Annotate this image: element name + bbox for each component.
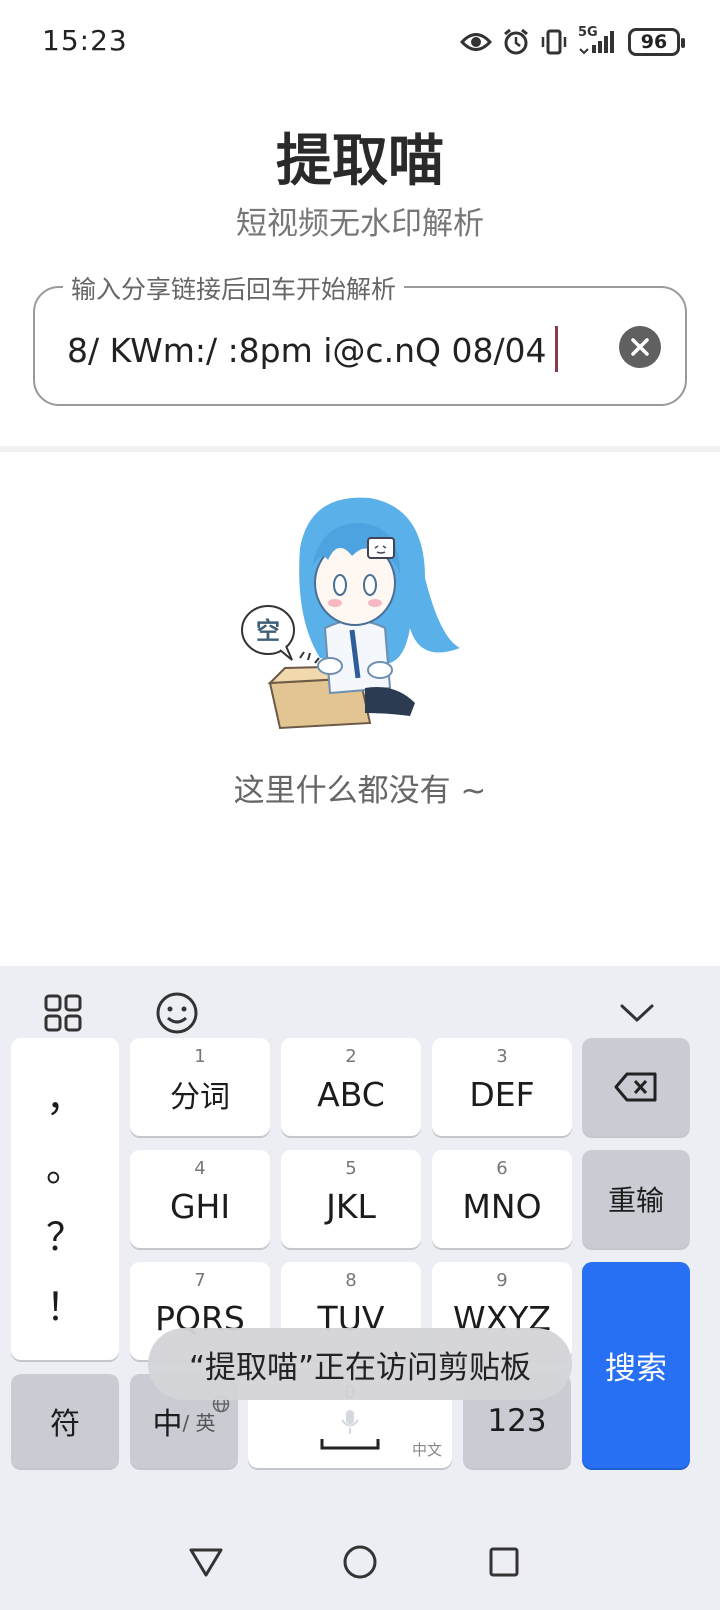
lang-main-label: 中 xyxy=(152,1407,183,1442)
key-3[interactable]: 3 DEF xyxy=(432,1038,572,1136)
key-number: 4 xyxy=(194,1158,206,1179)
input-value[interactable]: 8/ KWm:/ :8pm i@c.nQ 08/04 xyxy=(67,326,558,372)
vibrate-icon xyxy=(540,28,568,56)
key-number: 6 xyxy=(496,1158,508,1179)
emoji-icon[interactable] xyxy=(152,988,202,1038)
backspace-icon xyxy=(614,1072,657,1102)
close-icon xyxy=(631,338,649,356)
reinput-button[interactable]: 重输 xyxy=(582,1150,690,1248)
system-nav-bar xyxy=(0,1520,720,1610)
grid-icon[interactable] xyxy=(38,988,88,1038)
clear-input-button[interactable] xyxy=(619,326,661,368)
status-icons: 5G 96 xyxy=(460,24,685,60)
alarm-icon xyxy=(502,28,530,56)
key-number: 7 xyxy=(194,1270,206,1291)
home-icon[interactable] xyxy=(336,1538,384,1586)
microphone-icon xyxy=(341,1410,359,1434)
key-number: 9 xyxy=(496,1270,508,1291)
punct-exclaim[interactable]: ！ xyxy=(46,1276,84,1331)
key-label: 分词 xyxy=(170,1080,230,1115)
symbols-label: 符 xyxy=(50,1407,80,1442)
app-subtitle: 短视频无水印解析 xyxy=(236,206,484,242)
bubble-text: 空 xyxy=(256,617,280,645)
key-label: JKL xyxy=(326,1186,376,1226)
key-number: 5 xyxy=(345,1158,357,1179)
empty-state-illustration: 空 xyxy=(240,488,480,738)
key-number: 1 xyxy=(194,1046,206,1067)
key-4[interactable]: 4 GHI xyxy=(130,1150,270,1248)
key-label: MNO xyxy=(462,1186,542,1226)
empty-state-message: 这里什么都没有 ~ xyxy=(233,773,487,809)
key-2[interactable]: 2 ABC xyxy=(281,1038,421,1136)
backspace-button[interactable] xyxy=(582,1038,690,1136)
eye-icon xyxy=(460,31,492,53)
back-icon[interactable] xyxy=(182,1538,230,1586)
symbols-button[interactable]: 符 xyxy=(11,1374,119,1468)
ime-keyboard: ， 。 ？ ！ 1 分词 2 ABC 3 DEF 4 GHI 5 JKL 6 M… xyxy=(0,966,720,1610)
key-number: 3 xyxy=(496,1046,508,1067)
key-label: GHI xyxy=(169,1186,231,1226)
space-bar-icon xyxy=(320,1439,380,1450)
clipboard-toast: “提取喵”正在访问剪贴板 xyxy=(148,1328,572,1400)
section-divider xyxy=(0,446,720,452)
key-number: 8 xyxy=(345,1270,357,1291)
key-label: ABC xyxy=(317,1074,385,1114)
punctuation-column[interactable]: ， 。 ？ ！ xyxy=(11,1038,119,1360)
lang-sub-label: / 英 xyxy=(182,1410,216,1435)
key-5[interactable]: 5 JKL xyxy=(281,1150,421,1248)
key-number: 2 xyxy=(345,1046,357,1067)
text-caret xyxy=(554,326,558,372)
battery-icon: 96 xyxy=(628,28,685,56)
punct-comma[interactable]: ， xyxy=(46,1067,84,1122)
status-time: 15:23 xyxy=(42,24,128,57)
app-title: 提取喵 xyxy=(276,129,444,194)
link-input-field[interactable]: 输入分享链接后回车开始解析 8/ KWm:/ :8pm i@c.nQ 08/04 xyxy=(33,270,687,406)
punct-question[interactable]: ？ xyxy=(46,1206,84,1261)
search-button[interactable]: 搜索 xyxy=(582,1262,690,1468)
key-6[interactable]: 6 MNO xyxy=(432,1150,572,1248)
input-label: 输入分享链接后回车开始解析 xyxy=(63,270,405,306)
space-hint: 中文 xyxy=(411,1441,442,1459)
punct-period[interactable]: 。 xyxy=(46,1137,84,1192)
battery-level: 96 xyxy=(640,31,668,53)
key-label: DEF xyxy=(469,1074,535,1114)
recents-icon[interactable] xyxy=(480,1538,528,1586)
network-type: 5G xyxy=(578,25,598,40)
numbers-label: 123 xyxy=(487,1403,547,1439)
reinput-label: 重输 xyxy=(607,1184,664,1217)
input-text: 8/ KWm:/ :8pm i@c.nQ 08/04 xyxy=(67,331,547,370)
key-1[interactable]: 1 分词 xyxy=(130,1038,270,1136)
collapse-icon[interactable] xyxy=(612,988,662,1038)
search-label: 搜索 xyxy=(605,1350,667,1387)
signal-icon: 5G xyxy=(578,25,618,55)
status-bar: 15:23 5G 96 xyxy=(0,0,720,86)
